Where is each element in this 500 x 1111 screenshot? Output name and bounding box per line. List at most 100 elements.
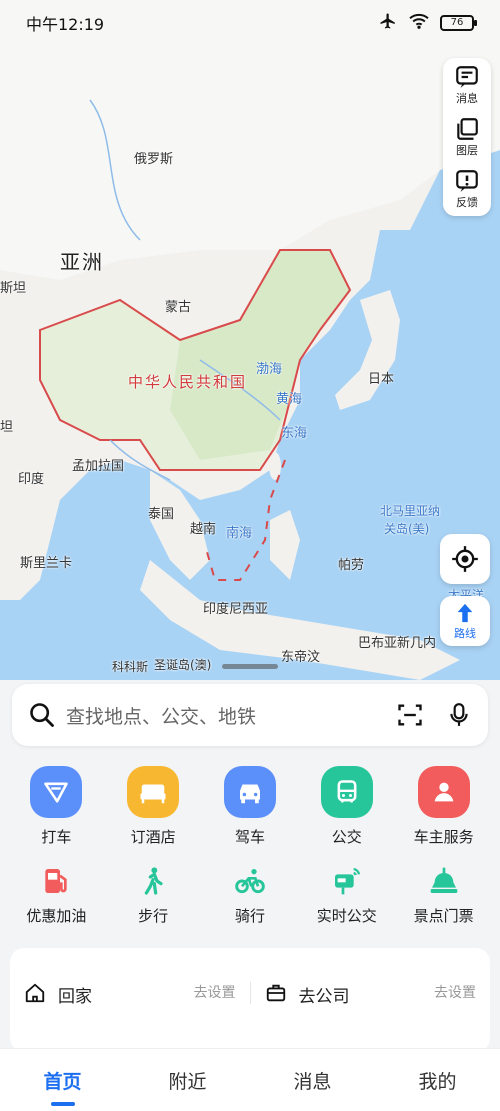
map-label-india: 印度: [18, 472, 45, 487]
microphone-icon[interactable]: [446, 701, 472, 729]
locate-icon: [452, 546, 478, 572]
service-label: 车主服务: [413, 828, 474, 846]
map-label-stan: 斯坦: [0, 281, 27, 296]
map-view[interactable]: 俄罗斯 亚洲 斯坦 蒙古 中华人民共和国 渤海 日本 黄海 东海 坦 孟加拉国 …: [0, 0, 500, 700]
service-label: 驾车: [234, 828, 265, 846]
car-icon: [223, 766, 276, 818]
service-label: 骑行: [234, 907, 265, 925]
map-label-south-sea: 南海: [226, 526, 253, 541]
tab-home-label: 首页: [43, 1071, 82, 1093]
service-row-1: 打车 订酒店 驾车 公交 车主服务: [0, 766, 500, 847]
map-label-yellow-sea: 黄海: [276, 392, 303, 407]
status-time: 中午12:19: [26, 15, 105, 34]
tab-nearby[interactable]: 附近: [125, 1049, 250, 1111]
walk-icon: [144, 867, 163, 895]
service-ticket[interactable]: 景点门票: [397, 865, 491, 926]
service-hotel[interactable]: 订酒店: [106, 766, 200, 847]
hotel-icon: [127, 766, 180, 818]
tool-message[interactable]: 消息: [454, 64, 480, 106]
service-label: 实时公交: [316, 907, 377, 925]
service-label: 步行: [138, 907, 169, 925]
place-company-set[interactable]: 去设置: [434, 982, 476, 1002]
tool-feedback-label: 反馈: [456, 196, 478, 209]
search-bar[interactable]: 查找地点、公交、地铁: [12, 684, 488, 746]
tool-message-label: 消息: [456, 92, 478, 105]
owner-service-icon: [417, 766, 470, 818]
map-label-bohai: 渤海: [256, 362, 283, 377]
tab-messages[interactable]: 消息: [250, 1049, 375, 1111]
map-label-east-timor: 东帝汶: [281, 650, 321, 665]
map-label-japan: 日本: [368, 372, 395, 387]
place-home-set[interactable]: 去设置: [194, 982, 236, 1002]
tab-mine-label: 我的: [418, 1071, 457, 1093]
home-icon: [25, 983, 45, 1003]
active-tab-indicator: [50, 1102, 75, 1106]
service-label: 景点门票: [413, 907, 474, 925]
layers-icon: [457, 118, 478, 140]
realtime-bus-icon: [334, 867, 360, 895]
map-label-china: 中华人民共和国: [128, 373, 248, 391]
service-bike[interactable]: 骑行: [203, 865, 297, 926]
map-label-indonesia: 印度尼西亚: [203, 602, 269, 617]
service-label: 优惠加油: [26, 907, 87, 925]
taxi-icon: [30, 766, 83, 818]
service-row-2: 优惠加油 步行 骑行 实时公交 景点门票: [0, 865, 500, 926]
service-drive[interactable]: 驾车: [203, 766, 297, 847]
bike-icon: [235, 869, 265, 894]
place-home[interactable]: 回家 去设置: [10, 982, 250, 1052]
map-label-cocos: 科科斯: [112, 660, 149, 674]
service-label: 公交: [331, 828, 362, 846]
bottom-sheet: 查找地点、公交、地铁 打车 订酒店 驾车 公交 车主服务 优惠加油 步行 骑行 …: [0, 680, 500, 1111]
favorite-places-card: 回家 去设置 去公司 去设置: [10, 948, 490, 1052]
map-label-palau: 帕劳: [338, 558, 365, 573]
map-label-northern-mariana: 北马里亚纳: [380, 504, 441, 518]
tool-layers[interactable]: 图层: [454, 116, 480, 158]
service-label: 订酒店: [130, 828, 176, 846]
tab-mine[interactable]: 我的: [375, 1049, 500, 1111]
ticket-icon: [430, 867, 457, 893]
bus-icon: [320, 766, 373, 818]
tool-layers-label: 图层: [456, 144, 478, 157]
fuel-icon: [45, 869, 68, 893]
service-realtime-bus[interactable]: 实时公交: [300, 865, 394, 926]
status-bar: 中午12:19 76: [0, 0, 500, 46]
map-label-tan: 坦: [0, 420, 14, 435]
map-label-png: 巴布亚新几内: [358, 636, 437, 651]
route-label: 路线: [454, 627, 476, 640]
service-walk[interactable]: 步行: [106, 865, 200, 926]
map-canvas: [0, 0, 500, 680]
tab-nearby-label: 附近: [168, 1071, 207, 1093]
route-arrow-icon: [457, 603, 473, 623]
search-icon: [28, 701, 56, 729]
service-label: 打车: [41, 828, 72, 846]
briefcase-icon: [266, 984, 285, 1002]
place-home-label: 回家: [58, 987, 92, 1007]
airplane-icon: [378, 12, 398, 34]
tab-home[interactable]: 首页: [0, 1049, 125, 1111]
map-label-east-sea: 东海: [281, 426, 308, 441]
search-input[interactable]: 查找地点、公交、地铁: [66, 702, 396, 729]
map-label-mongolia: 蒙古: [165, 300, 192, 315]
map-label-russia: 俄罗斯: [134, 152, 174, 167]
map-label-asia: 亚洲: [60, 250, 104, 274]
tool-feedback[interactable]: 反馈: [454, 168, 480, 210]
map-label-srilanka: 斯里兰卡: [20, 556, 73, 571]
sheet-drag-handle[interactable]: [222, 664, 278, 669]
locate-button[interactable]: [440, 534, 490, 584]
map-label-christmas: 圣诞岛(澳): [154, 658, 212, 672]
message-icon: [456, 66, 478, 88]
battery-indicator: 76: [440, 15, 477, 31]
feedback-icon: [456, 170, 478, 192]
scan-icon[interactable]: [396, 701, 424, 729]
route-button[interactable]: 路线: [440, 596, 490, 646]
service-bus[interactable]: 公交: [300, 766, 394, 847]
service-owner[interactable]: 车主服务: [397, 766, 491, 847]
bottom-tab-bar: 首页 附近 消息 我的: [0, 1048, 500, 1111]
service-grid: 打车 订酒店 驾车 公交 车主服务 优惠加油 步行 骑行 实时公交 景点门票: [0, 766, 500, 926]
service-fuel[interactable]: 优惠加油: [9, 865, 103, 926]
place-company[interactable]: 去公司 去设置: [251, 982, 491, 1052]
tab-messages-label: 消息: [293, 1071, 332, 1093]
place-company-label: 去公司: [298, 987, 350, 1007]
service-taxi[interactable]: 打车: [9, 766, 103, 847]
map-label-bangladesh: 孟加拉国: [72, 459, 125, 474]
